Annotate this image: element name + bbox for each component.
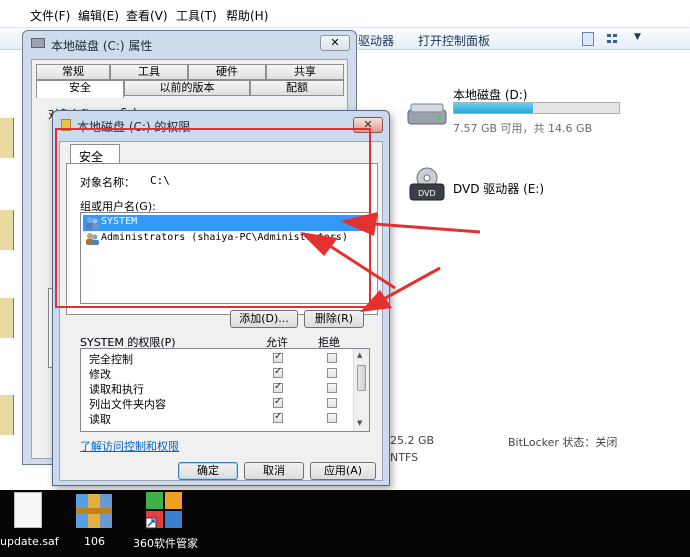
desktop-item-label: Ne bbox=[0, 443, 14, 454]
view-options-icon[interactable] bbox=[582, 32, 594, 46]
menu-tools[interactable]: 工具(T) bbox=[176, 7, 217, 24]
deny-checkbox[interactable] bbox=[327, 398, 337, 408]
drivers-button[interactable]: 驱动器 bbox=[358, 32, 394, 49]
scroll-up-icon[interactable]: ▲ bbox=[357, 351, 362, 359]
drive-size-fragment: 25.2 GB bbox=[390, 434, 435, 447]
permission-row: 读取和执行 bbox=[85, 381, 355, 396]
allow-checkbox[interactable] bbox=[273, 396, 283, 408]
deny-checkbox[interactable] bbox=[327, 413, 337, 423]
shortcut-label-update[interactable]: update.saf bbox=[0, 535, 59, 548]
desktop-item-fragment[interactable] bbox=[0, 298, 14, 338]
add-button[interactable]: 添加(D)... bbox=[230, 310, 298, 328]
permission-name: 修改 bbox=[89, 368, 111, 381]
scroll-down-icon[interactable]: ▼ bbox=[357, 419, 362, 427]
desktop-item-fragment[interactable] bbox=[0, 118, 14, 158]
allow-checkbox[interactable] bbox=[273, 411, 283, 423]
shortcut-label-106[interactable]: 106 bbox=[84, 535, 105, 548]
desktop-item-label: 新 bbox=[0, 259, 10, 270]
chevron-down-icon[interactable]: ▼ bbox=[634, 32, 641, 42]
layout-icon[interactable] bbox=[606, 32, 626, 46]
menu-view[interactable]: 查看(V) bbox=[126, 7, 168, 24]
tab-general[interactable]: 常规 bbox=[36, 64, 110, 80]
remove-button[interactable]: 删除(R) bbox=[304, 310, 364, 328]
tab-sharing[interactable]: 共享 bbox=[266, 64, 344, 80]
permission-name: 读取 bbox=[89, 413, 111, 426]
permission-name: 完全控制 bbox=[89, 353, 133, 366]
desktop-item-fragment[interactable] bbox=[0, 395, 14, 435]
scrollbar[interactable]: ▲ ▼ bbox=[353, 349, 369, 431]
deny-checkbox[interactable] bbox=[327, 353, 337, 363]
tab-hardware[interactable]: 硬件 bbox=[188, 64, 266, 80]
desktop-item-fragment[interactable] bbox=[0, 210, 14, 250]
scroll-thumb[interactable] bbox=[357, 365, 366, 391]
menu-help[interactable]: 帮助(H) bbox=[226, 7, 268, 24]
properties-dialog-title: 本地磁盘 (C:) 属性 bbox=[51, 39, 153, 53]
allow-checkbox[interactable] bbox=[273, 351, 283, 363]
allow-checkbox[interactable] bbox=[273, 366, 283, 378]
annotation-box bbox=[55, 128, 371, 308]
blank-file-icon[interactable] bbox=[14, 492, 42, 528]
drive-e-name[interactable]: DVD 驱动器 (E:) bbox=[453, 180, 544, 197]
bitlocker-status: BitLocker 状态：关闭 bbox=[508, 436, 618, 449]
deny-checkbox[interactable] bbox=[327, 383, 337, 393]
allow-checkbox[interactable] bbox=[273, 381, 283, 393]
winrar-archive-icon[interactable] bbox=[74, 490, 114, 530]
permission-row: 完全控制 bbox=[85, 351, 355, 366]
drive-d-name[interactable]: 本地磁盘 (D:) bbox=[453, 86, 527, 103]
svg-text:DVD: DVD bbox=[418, 189, 436, 198]
menu-bar: 文件(F) 编辑(E) 查看(V) 工具(T) 帮助(H) bbox=[0, 0, 690, 28]
deny-checkbox[interactable] bbox=[327, 368, 337, 378]
ok-button[interactable]: 确定 bbox=[178, 462, 238, 480]
drive-d-usage-fill bbox=[454, 103, 534, 113]
permission-name: 列出文件夹内容 bbox=[89, 398, 166, 411]
cancel-button[interactable]: 取消 bbox=[244, 462, 304, 480]
close-button[interactable]: ✕ bbox=[320, 35, 350, 51]
drive-d-free-space: 7.57 GB 可用，共 14.6 GB bbox=[453, 122, 593, 135]
permission-row: 列出文件夹内容 bbox=[85, 396, 355, 411]
file-system-fragment: NTFS bbox=[390, 451, 419, 464]
permission-row: 修改 bbox=[85, 366, 355, 381]
apply-button[interactable]: 应用(A) bbox=[310, 462, 376, 480]
permission-name: 读取和执行 bbox=[89, 383, 144, 396]
tab-quota[interactable]: 配额 bbox=[250, 80, 344, 96]
shortcut-label-360[interactable]: 360软件管家 bbox=[133, 535, 198, 551]
menu-edit[interactable]: 编辑(E) bbox=[78, 7, 119, 24]
permissions-listbox: 完全控制 修改 读取和执行 列出文件夹内容 读取 bbox=[80, 348, 370, 432]
dvd-drive-icon[interactable]: DVD bbox=[406, 166, 448, 204]
learn-access-control-link[interactable]: 了解访问控制和权限 bbox=[80, 438, 179, 454]
drive-icon bbox=[31, 38, 45, 48]
menu-file[interactable]: 文件(F) bbox=[30, 7, 70, 24]
tab-previous-versions[interactable]: 以前的版本 bbox=[124, 80, 250, 96]
tab-security[interactable]: 安全 bbox=[36, 80, 124, 98]
permission-row: 读取 bbox=[85, 411, 355, 426]
desktop-item-label: 新 bbox=[0, 167, 10, 178]
open-control-panel-button[interactable]: 打开控制面板 bbox=[418, 32, 490, 49]
hard-drive-icon[interactable] bbox=[406, 98, 448, 128]
drive-d-usage-bar bbox=[453, 102, 620, 114]
360-software-manager-icon[interactable] bbox=[144, 490, 184, 530]
tab-tools[interactable]: 工具 bbox=[110, 64, 188, 80]
